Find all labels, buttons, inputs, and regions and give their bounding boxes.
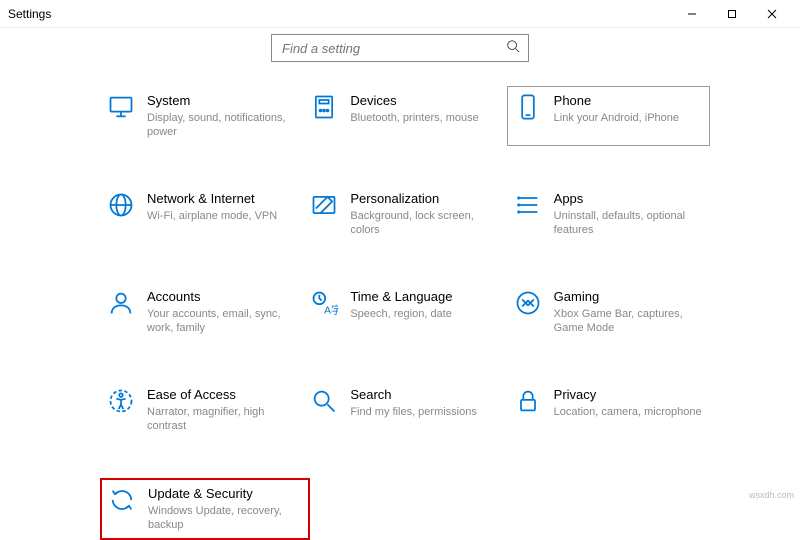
tile-desc: Speech, region, date [350, 307, 452, 321]
tile-desc: Uninstall, defaults, optional features [554, 209, 703, 237]
tile-time[interactable]: A字 Time & Language Speech, region, date [303, 282, 506, 342]
tile-label: Time & Language [350, 289, 452, 305]
tile-label: Phone [554, 93, 679, 109]
tile-desc: Background, lock screen, colors [350, 209, 499, 237]
devices-icon [310, 93, 338, 121]
search-box[interactable] [271, 34, 529, 62]
tile-label: Search [350, 387, 477, 403]
tile-phone[interactable]: Phone Link your Android, iPhone [507, 86, 710, 146]
window-title: Settings [8, 7, 51, 21]
accounts-icon [107, 289, 135, 317]
maximize-button[interactable] [712, 0, 752, 28]
close-button[interactable] [752, 0, 792, 28]
tile-system[interactable]: System Display, sound, notifications, pow… [100, 86, 303, 146]
tile-desc: Display, sound, notifications, power [147, 111, 296, 139]
tile-accounts[interactable]: Accounts Your accounts, email, sync, work… [100, 282, 303, 342]
tile-label: Gaming [554, 289, 703, 305]
search-icon [506, 39, 520, 58]
search-input[interactable] [280, 40, 506, 57]
svg-text:A字: A字 [324, 304, 338, 317]
tile-ease[interactable]: Ease of Access Narrator, magnifier, high … [100, 380, 303, 440]
tile-privacy[interactable]: Privacy Location, camera, microphone [507, 380, 710, 440]
tile-desc: Bluetooth, printers, mouse [350, 111, 478, 125]
tile-apps[interactable]: Apps Uninstall, defaults, optional featur… [507, 184, 710, 244]
gaming-icon [514, 289, 542, 317]
privacy-icon [514, 387, 542, 415]
update-icon [108, 486, 136, 514]
tile-desc: Location, camera, microphone [554, 405, 702, 419]
tile-desc: Xbox Game Bar, captures, Game Mode [554, 307, 703, 335]
tile-desc: Link your Android, iPhone [554, 111, 679, 125]
apps-icon [514, 191, 542, 219]
network-icon [107, 191, 135, 219]
tile-network[interactable]: Network & Internet Wi-Fi, airplane mode, … [100, 184, 303, 244]
tile-label: Privacy [554, 387, 702, 403]
tile-label: Apps [554, 191, 703, 207]
personalization-icon [310, 191, 338, 219]
settings-grid: System Display, sound, notifications, pow… [0, 86, 800, 540]
system-icon [107, 93, 135, 121]
tile-update[interactable]: Update & Security Windows Update, recover… [100, 478, 310, 540]
window-controls [672, 0, 792, 28]
search-container [0, 34, 800, 62]
titlebar: Settings [0, 0, 800, 28]
search-tile-icon [310, 387, 338, 415]
tile-personalization[interactable]: Personalization Background, lock screen, … [303, 184, 506, 244]
tile-label: Accounts [147, 289, 296, 305]
tile-desc: Find my files, permissions [350, 405, 477, 419]
tile-desc: Wi-Fi, airplane mode, VPN [147, 209, 277, 223]
tile-desc: Windows Update, recovery, backup [148, 504, 298, 532]
tile-devices[interactable]: Devices Bluetooth, printers, mouse [303, 86, 506, 146]
watermark: wsxdh.com [749, 490, 794, 500]
tile-label: Personalization [350, 191, 499, 207]
tile-label: Ease of Access [147, 387, 296, 403]
time-icon: A字 [310, 289, 338, 317]
tile-label: Update & Security [148, 486, 298, 502]
tile-label: Network & Internet [147, 191, 277, 207]
tile-desc: Narrator, magnifier, high contrast [147, 405, 296, 433]
ease-icon [107, 387, 135, 415]
tile-desc: Your accounts, email, sync, work, family [147, 307, 296, 335]
tile-gaming[interactable]: Gaming Xbox Game Bar, captures, Game Mode [507, 282, 710, 342]
minimize-button[interactable] [672, 0, 712, 28]
tile-search[interactable]: Search Find my files, permissions [303, 380, 506, 440]
phone-icon [514, 93, 542, 121]
tile-label: Devices [350, 93, 478, 109]
tile-label: System [147, 93, 296, 109]
